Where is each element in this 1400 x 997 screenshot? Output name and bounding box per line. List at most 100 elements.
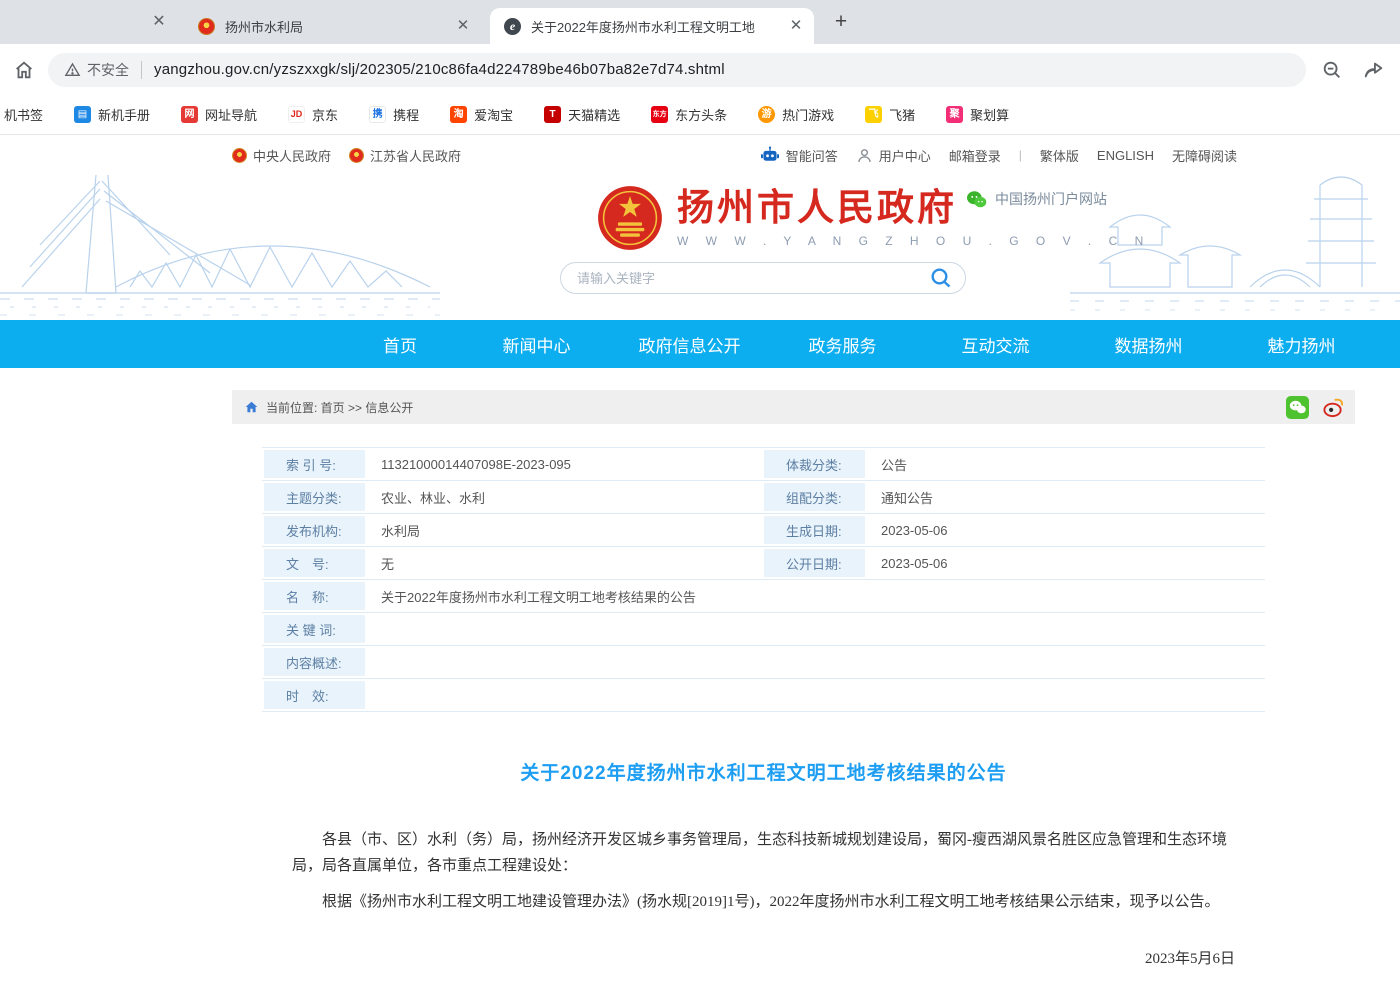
browser-tab-bar: ✕ 扬州市水利局 ✕ e 关于2022年度扬州市水利工程文明工地 ✕ + [0,0,1400,44]
breadcrumb-text[interactable]: 当前位置: 首页 >> 信息公开 [266,399,1273,416]
site-utility-bar: 中央人民政府 江苏省人民政府 智能问答 用户中心 邮箱登录 | [0,135,1400,175]
tab-announcement-active[interactable]: e 关于2022年度扬州市水利工程文明工地 ✕ [490,8,814,44]
field-value [367,613,1265,645]
article-paragraph: 根据《扬州市水利工程文明工地建设管理办法》(扬水规[2019]1号)，2022年… [292,889,1235,915]
bookmark-hot-games[interactable]: 游 热门游戏 [749,105,843,124]
ctrip-icon: 携 [369,106,386,123]
field-value [367,679,1265,711]
bookmark-fliggy[interactable]: 飞 飞猪 [856,105,924,124]
wechat-share-icon[interactable] [1286,396,1309,419]
search-input[interactable] [577,271,929,286]
article: 关于2022年度扬州市水利工程文明工地考核结果的公告 各县（市、区）水利（务）局… [292,758,1235,997]
field-label: 内容概述: [262,646,367,678]
bookmark-label: 聚划算 [970,105,1009,124]
bookmark-label: 飞猪 [889,105,915,124]
bookmark-site-navigation[interactable]: 网 网址导航 [172,105,266,124]
nav-home[interactable]: 首页 [340,332,460,357]
field-value: 通知公告 [867,481,1265,513]
bookmark-phone-bookmarks[interactable]: 机书签 [4,105,52,124]
table-row: 发布机构: 水利局 生成日期: 2023-05-06 [262,514,1265,547]
tab-yangzhou-water-bureau[interactable]: 扬州市水利局 ✕ [184,8,490,44]
tab-close-icon[interactable]: ✕ [148,11,170,33]
user-center-link[interactable]: 用户中心 [856,146,931,165]
security-chip[interactable]: 不安全 [64,60,129,80]
field-value: 农业、林业、水利 [367,481,762,513]
mail-login-link[interactable]: 邮箱登录 [949,146,1001,165]
traditional-chinese-link[interactable]: 繁体版 [1040,146,1079,165]
bookmark-label: 携程 [393,105,419,124]
field-label: 生成日期: [762,514,867,546]
bookmark-aitaobao[interactable]: 淘 爱淘宝 [441,105,522,124]
bookmark-label: 天猫精选 [568,105,620,124]
field-label: 体裁分类: [762,448,867,480]
portal-text: 中国扬州门户网站 [995,189,1107,209]
table-row: 关 键 词: [262,613,1265,646]
document-metadata-table: 索 引 号: 11321000014407098E-2023-095 体裁分类:… [262,447,1265,712]
national-emblem-icon [597,185,663,251]
nav-interaction[interactable]: 互动交流 [919,332,1072,357]
share-icon[interactable] [1362,58,1386,82]
home-icon[interactable] [244,400,259,414]
field-value: 关于2022年度扬州市水利工程文明工地考核结果的公告 [367,580,1265,612]
bookmark-new-phone-manual[interactable]: ▤ 新机手册 [65,105,159,124]
site-favicon: e [504,18,521,35]
user-links: 智能问答 用户中心 邮箱登录 | 繁体版 ENGLISH 无障碍阅读 [760,146,1237,165]
bookmark-juhuasuan[interactable]: 聚 聚划算 [937,105,1018,124]
portal-label: 中国扬州门户网站 [966,189,1107,209]
article-date: 2023年5月6日 [292,947,1235,968]
field-label: 主题分类: [262,481,367,513]
gov-emblem-icon [232,148,247,163]
gov-emblem-icon [349,148,364,163]
field-label: 名 称: [262,580,367,612]
bookmarks-bar: 机书签 ▤ 新机手册 网 网址导航 JD 京东 携 携程 淘 爱淘宝 T 天猫精… [0,95,1400,135]
bookmark-tmall[interactable]: T 天猫精选 [535,105,629,124]
nav-gov-info-disclosure[interactable]: 政府信息公开 [613,332,766,357]
link-central-government[interactable]: 中央人民政府 [232,146,331,165]
table-row: 索 引 号: 11321000014407098E-2023-095 体裁分类:… [262,448,1265,481]
nav-charming-yangzhou[interactable]: 魅力扬州 [1225,332,1378,357]
table-row: 文 号: 无 公开日期: 2023-05-06 [262,547,1265,580]
link-label: ENGLISH [1097,148,1154,163]
table-row: 名 称: 关于2022年度扬州市水利工程文明工地考核结果的公告 [262,580,1265,613]
accessibility-link[interactable]: 无障碍阅读 [1172,146,1237,165]
tab-close-icon[interactable]: ✕ [786,16,806,36]
divider: | [1019,148,1022,162]
search-icon[interactable] [929,266,953,290]
bookmark-jd[interactable]: JD 京东 [279,105,347,124]
bookmark-label: 网址导航 [205,105,257,124]
manual-icon: ▤ [74,106,91,123]
juhuasuan-icon: 聚 [946,106,963,123]
nav-gov-services[interactable]: 政务服务 [766,332,919,357]
nav-news-center[interactable]: 新闻中心 [460,332,613,357]
nav-site-icon: 网 [181,106,198,123]
bookmark-label: 新机手册 [98,105,150,124]
link-label: 智能问答 [786,146,838,165]
weibo-share-icon[interactable] [1322,396,1345,419]
tab-close-icon[interactable]: ✕ [453,16,473,36]
site-banner: 扬州市人民政府 W W W . Y A N G Z H O U . G O V … [0,175,1400,320]
site-search[interactable] [560,262,966,294]
link-jiangsu-government[interactable]: 江苏省人民政府 [349,146,461,165]
english-link[interactable]: ENGLISH [1097,148,1154,163]
bookmark-label: 东方头条 [675,105,727,124]
link-label: 江苏省人民政府 [370,146,461,165]
bookmark-eastday[interactable]: 东方 东方头条 [642,105,736,124]
article-paragraph: 各县（市、区）水利（务）局，扬州经济开发区城乡事务管理局，生态科技新城规划建设局… [292,827,1235,879]
article-title: 关于2022年度扬州市水利工程文明工地考核结果的公告 [292,758,1235,785]
field-value: 公告 [867,448,1265,480]
address-bar[interactable]: 不安全 yangzhou.gov.cn/yzszxxgk/slj/202305/… [48,53,1306,87]
bookmark-label: 机书签 [4,105,43,124]
link-label: 用户中心 [879,146,931,165]
games-icon: 游 [758,106,775,123]
bookmark-ctrip[interactable]: 携 携程 [360,105,428,124]
nav-data-yangzhou[interactable]: 数据扬州 [1072,332,1225,357]
smart-qa-link[interactable]: 智能问答 [760,146,838,165]
new-tab-button[interactable]: + [828,10,854,36]
browser-toolbar: 不安全 yangzhou.gov.cn/yzszxxgk/slj/202305/… [0,44,1400,95]
link-label: 繁体版 [1040,146,1079,165]
url-text[interactable]: yangzhou.gov.cn/yzszxxgk/slj/202305/210c… [154,61,725,78]
tab-title: 关于2022年度扬州市水利工程文明工地 [531,17,778,36]
zoom-out-icon[interactable] [1320,58,1344,82]
gov-emblem-favicon [198,18,215,35]
home-icon[interactable] [12,58,36,82]
